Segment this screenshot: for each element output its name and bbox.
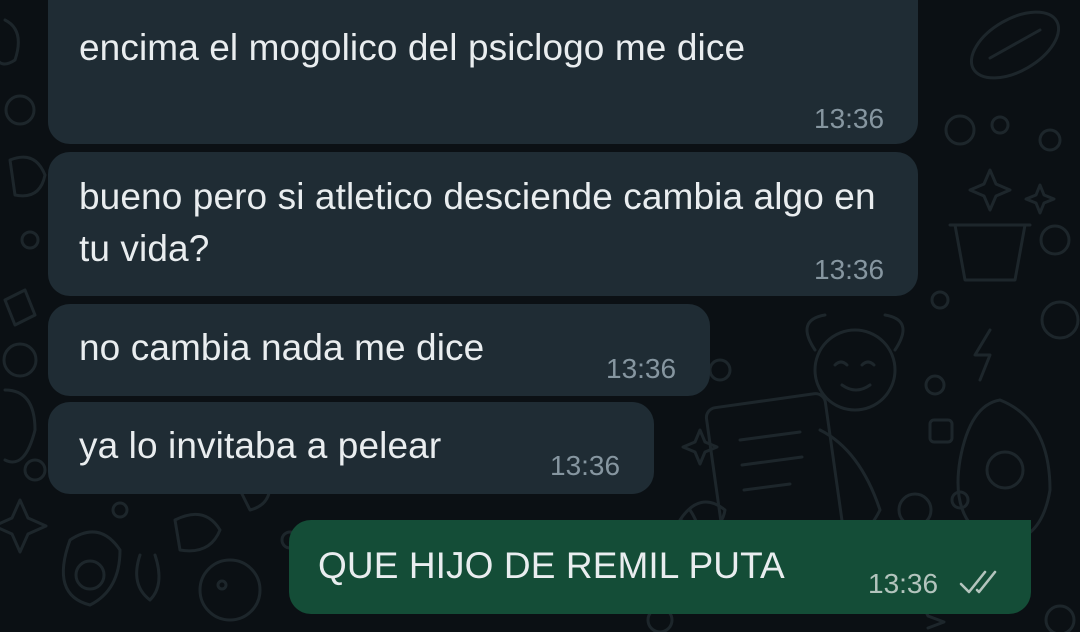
message-text: QUE HIJO DE REMIL PUTA <box>318 545 785 586</box>
message-timestamp: 13:36 <box>868 568 939 599</box>
message-text: ya lo invitaba a pelear <box>79 425 442 466</box>
message-bubble-outgoing[interactable]: QUE HIJO DE REMIL PUTA 13:36 <box>289 520 1031 614</box>
message-bubble-incoming[interactable]: ya lo invitaba a pelear 13:36 <box>48 402 654 494</box>
message-text: bueno pero si atletico desciende cambia … <box>79 176 887 269</box>
message-timestamp: 13:36 <box>606 353 677 384</box>
message-timestamp: 13:36 <box>550 450 621 481</box>
message-timestamp: 13:36 <box>814 103 885 134</box>
message-bubble-incoming[interactable]: encima el mogolico del psiclogo me dice … <box>48 0 918 144</box>
chat-area[interactable]: encima el mogolico del psiclogo me dice … <box>0 0 1080 632</box>
message-text: no cambia nada me dice <box>79 327 485 368</box>
message-timestamp: 13:36 <box>814 254 885 285</box>
message-bubble-incoming[interactable]: bueno pero si atletico desciende cambia … <box>48 152 918 296</box>
read-double-check-icon <box>959 570 997 594</box>
message-text: encima el mogolico del psiclogo me dice <box>79 27 746 68</box>
message-bubble-incoming[interactable]: no cambia nada me dice 13:36 <box>48 304 710 396</box>
